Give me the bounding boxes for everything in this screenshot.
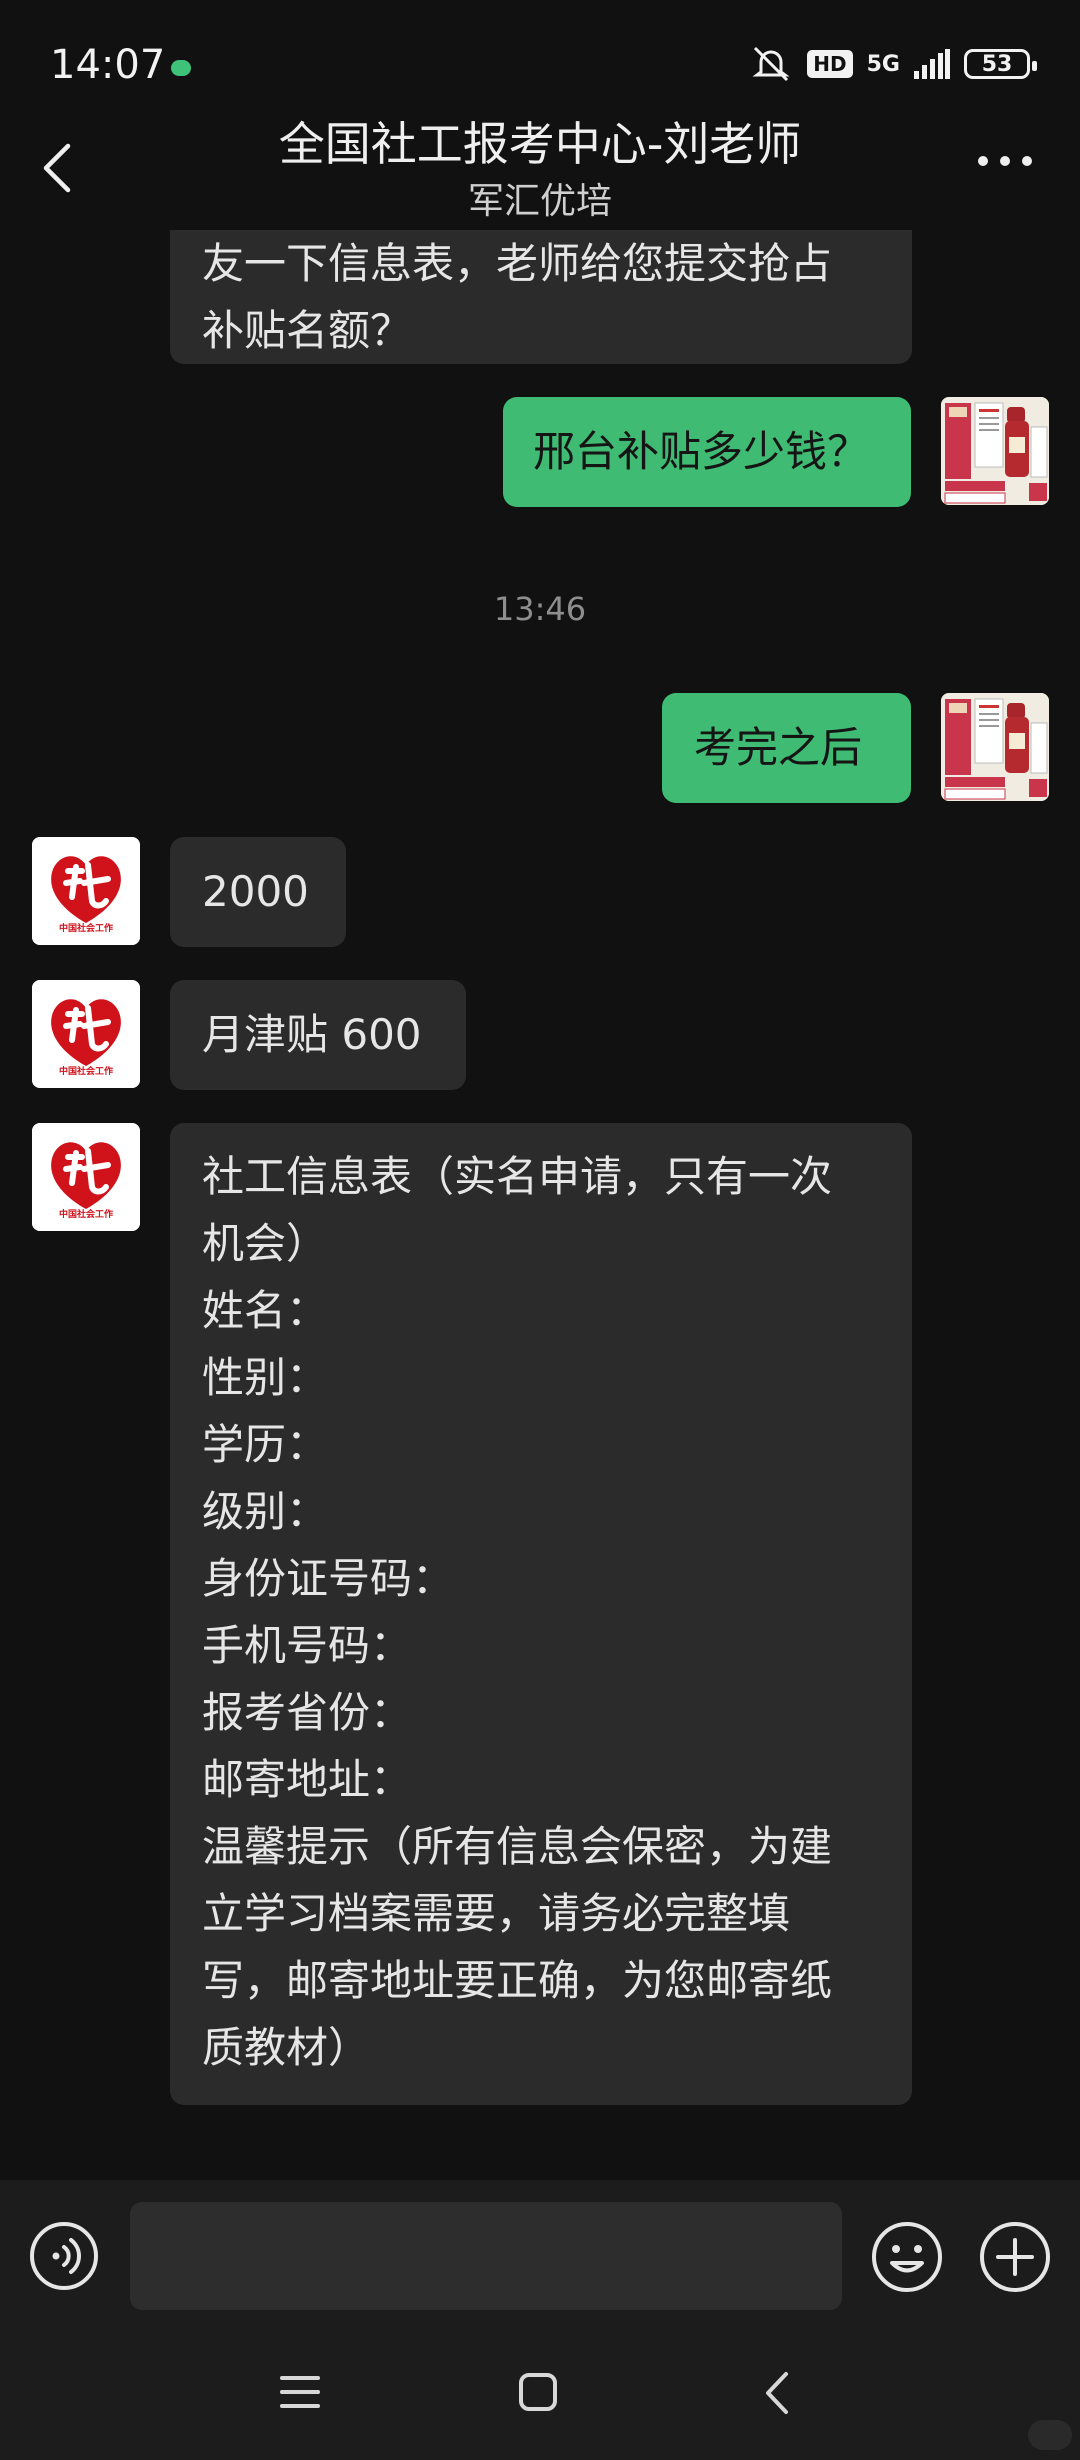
dot (1000, 156, 1010, 166)
message-text: 考完之后 (694, 723, 863, 772)
my-avatar[interactable] (941, 693, 1049, 801)
plus-icon[interactable] (978, 2220, 1052, 2294)
chat-title: 全国社工报考中心-刘老师 (278, 117, 802, 171)
message-timestamp: 13:46 (493, 590, 587, 628)
battery-level: 53 (981, 51, 1013, 77)
mute-icon (752, 46, 790, 82)
nav-menu-icon[interactable] (280, 2372, 320, 2412)
chat-header: 全国社工报考中心-刘老师 军汇优培 (0, 100, 1080, 230)
my-avatar[interactable] (941, 397, 1049, 505)
nav-back-icon[interactable] (760, 2370, 796, 2416)
chat-subtitle: 军汇优培 (467, 181, 612, 222)
message-bubble-incoming[interactable]: 月津贴 600 (170, 980, 466, 1090)
battery-tip (1032, 61, 1037, 71)
voice-icon[interactable] (28, 2220, 100, 2292)
hd-badge: HD (807, 50, 853, 78)
message-input[interactable] (130, 2202, 842, 2310)
emoji-icon[interactable] (870, 2220, 944, 2294)
battery-icon: 53 (964, 49, 1037, 79)
nav-home-icon[interactable] (518, 2372, 558, 2412)
network-label: 5G (866, 51, 900, 77)
message-bubble-incoming[interactable]: 2000 (170, 837, 346, 947)
dot (1022, 156, 1032, 166)
message-text: 社工信息表（实名申请，只有一次 机会） 姓名： 性别： 学历： 级别： 身份证号… (202, 1152, 833, 2072)
message-text: 邢台补贴多少钱？ (533, 427, 870, 476)
status-time: 14:07 (50, 42, 166, 88)
message-bubble-outgoing[interactable]: 考完之后 (662, 693, 911, 803)
contact-avatar[interactable]: 中国社会工作 (32, 837, 140, 945)
message-list[interactable]: 友一下信息表，老师给您提交抢占 补贴名额？ 邢台补贴多少钱？ 13:46 考完之… (0, 194, 1080, 2180)
watermark-badge-icon (1028, 2420, 1072, 2450)
message-text: 月津贴 600 (202, 1010, 422, 1059)
product-avatar-image (941, 397, 1049, 505)
signal-icon (914, 49, 950, 79)
product-avatar-image (941, 693, 1049, 801)
system-nav-bar (0, 2330, 1080, 2460)
avatar-logo-caption: 中国社会工作 (58, 924, 113, 934)
more-dots-icon[interactable] (978, 156, 1032, 170)
avatar-logo-caption: 中国社会工作 (58, 1067, 113, 1077)
contact-avatar[interactable]: 中国社会工作 (32, 1123, 140, 1231)
message-bubble-incoming[interactable]: 社工信息表（实名申请，只有一次 机会） 姓名： 性别： 学历： 级别： 身份证号… (170, 1123, 912, 2105)
avatar-logo-caption: 中国社会工作 (58, 1210, 113, 1220)
contact-avatar[interactable]: 中国社会工作 (32, 980, 140, 1088)
dot (978, 156, 988, 166)
message-bubble-outgoing[interactable]: 邢台补贴多少钱？ (503, 397, 911, 507)
message-text: 2000 (202, 867, 309, 916)
message-text: 友一下信息表，老师给您提交抢占 补贴名额？ (202, 239, 833, 355)
input-bar (0, 2180, 1080, 2330)
notification-dot-icon (171, 60, 191, 76)
status-icons: HD 5G 53 (749, 44, 1037, 84)
